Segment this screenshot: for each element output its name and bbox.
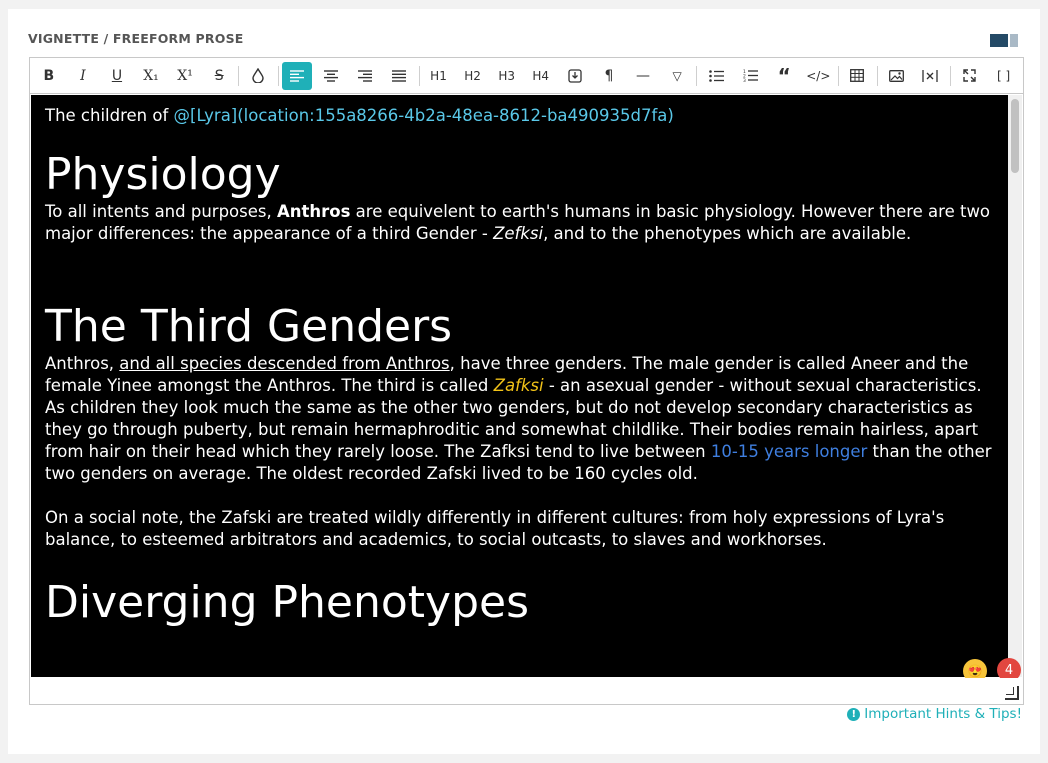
content-scrollbar[interactable] (1008, 95, 1022, 677)
editor-toolbar: B I U X₁ X¹ S H1 H2 H3 H4 ¶ — ▽ 1 2 3 “ … (30, 58, 1023, 94)
toolbar-separator (949, 65, 951, 86)
toolbar-separator (876, 65, 878, 86)
download-box-icon (568, 68, 582, 83)
table-icon (850, 69, 865, 82)
horizontal-rule-button[interactable]: — (628, 62, 658, 90)
intro-line: The children of @[Lyra](location:155a826… (45, 106, 674, 125)
editor-footer (30, 678, 1023, 704)
superscript-button[interactable]: X¹ (170, 62, 200, 90)
insert-block-button[interactable] (560, 62, 590, 90)
text-color-button[interactable] (243, 62, 273, 90)
fullscreen-icon (963, 69, 976, 82)
hints-link[interactable]: ! Important Hints & Tips! (847, 706, 1022, 722)
editor-content[interactable]: The children of @[Lyra](location:155a826… (31, 95, 1008, 677)
svg-text:3: 3 (743, 78, 746, 82)
strikethrough-button[interactable]: S (204, 62, 234, 90)
rich-text-editor: B I U X₁ X¹ S H1 H2 H3 H4 ¶ — ▽ 1 2 3 “ … (29, 57, 1024, 705)
align-left-icon (290, 69, 305, 82)
heading3-button[interactable]: H3 (492, 62, 522, 90)
resize-handle-icon[interactable] (1005, 686, 1019, 700)
align-justify-icon (392, 69, 407, 82)
heading-diverging-phenotypes: Diverging Phenotypes (45, 577, 529, 628)
paragraph-third-genders: Anthros, and all species descended from … (45, 354, 992, 483)
column-break-icon (922, 69, 939, 82)
bullet-list-button[interactable] (701, 62, 731, 90)
italic-button[interactable]: I (68, 62, 98, 90)
toolbar-separator (277, 65, 279, 86)
fullscreen-button[interactable] (955, 62, 985, 90)
align-justify-button[interactable] (385, 62, 415, 90)
align-right-icon (358, 69, 373, 82)
quote-button[interactable]: “ (769, 62, 799, 90)
align-center-icon (324, 69, 339, 82)
image-button[interactable] (882, 62, 912, 90)
toolbar-separator (238, 65, 240, 86)
numbered-list-icon: 123 (743, 69, 758, 82)
vignette-card: VIGNETTE / FREEFORM PROSE B I U X₁ X¹ S (8, 9, 1040, 754)
toolbar-separator (837, 65, 839, 86)
paragraph-social-note: On a social note, the Zafski are treated… (45, 508, 945, 549)
heading4-button[interactable]: H4 (526, 62, 556, 90)
toolbar-separator (418, 65, 420, 86)
code-button[interactable]: </> (804, 62, 834, 90)
info-icon: ! (847, 707, 861, 721)
heading2-button[interactable]: H2 (458, 62, 488, 90)
section-title: VIGNETTE / FREEFORM PROSE (28, 31, 244, 46)
paragraph-button[interactable]: ¶ (594, 62, 624, 90)
table-button[interactable] (843, 62, 873, 90)
heading1-button[interactable]: H1 (424, 62, 454, 90)
underline-button[interactable]: U (102, 62, 132, 90)
align-right-button[interactable] (351, 62, 381, 90)
align-center-button[interactable] (317, 62, 347, 90)
bold-button[interactable]: B (34, 62, 64, 90)
toolbar-separator (696, 65, 698, 86)
hints-label[interactable]: Important Hints & Tips! (864, 706, 1022, 722)
paragraph-physiology: To all intents and purposes, Anthros are… (45, 202, 991, 243)
align-left-button[interactable] (282, 61, 313, 90)
scrollbar-thumb[interactable] (1011, 99, 1019, 173)
image-icon (888, 69, 904, 82)
location-mention[interactable]: @[Lyra](location:155a8266-4b2a-48ea-8612… (174, 106, 674, 125)
numbered-list-button[interactable]: 123 (735, 62, 765, 90)
heading-physiology: Physiology (45, 149, 281, 200)
bullet-list-icon (708, 69, 724, 82)
subscript-button[interactable]: X₁ (136, 62, 166, 90)
columns-button[interactable] (916, 62, 946, 90)
more-options-button[interactable]: ▽ (662, 62, 692, 90)
view-toggle[interactable] (990, 34, 1020, 47)
droplet-icon (252, 68, 264, 83)
heading-third-genders: The Third Genders (45, 301, 453, 352)
brackets-button[interactable]: [ ] (989, 62, 1019, 90)
